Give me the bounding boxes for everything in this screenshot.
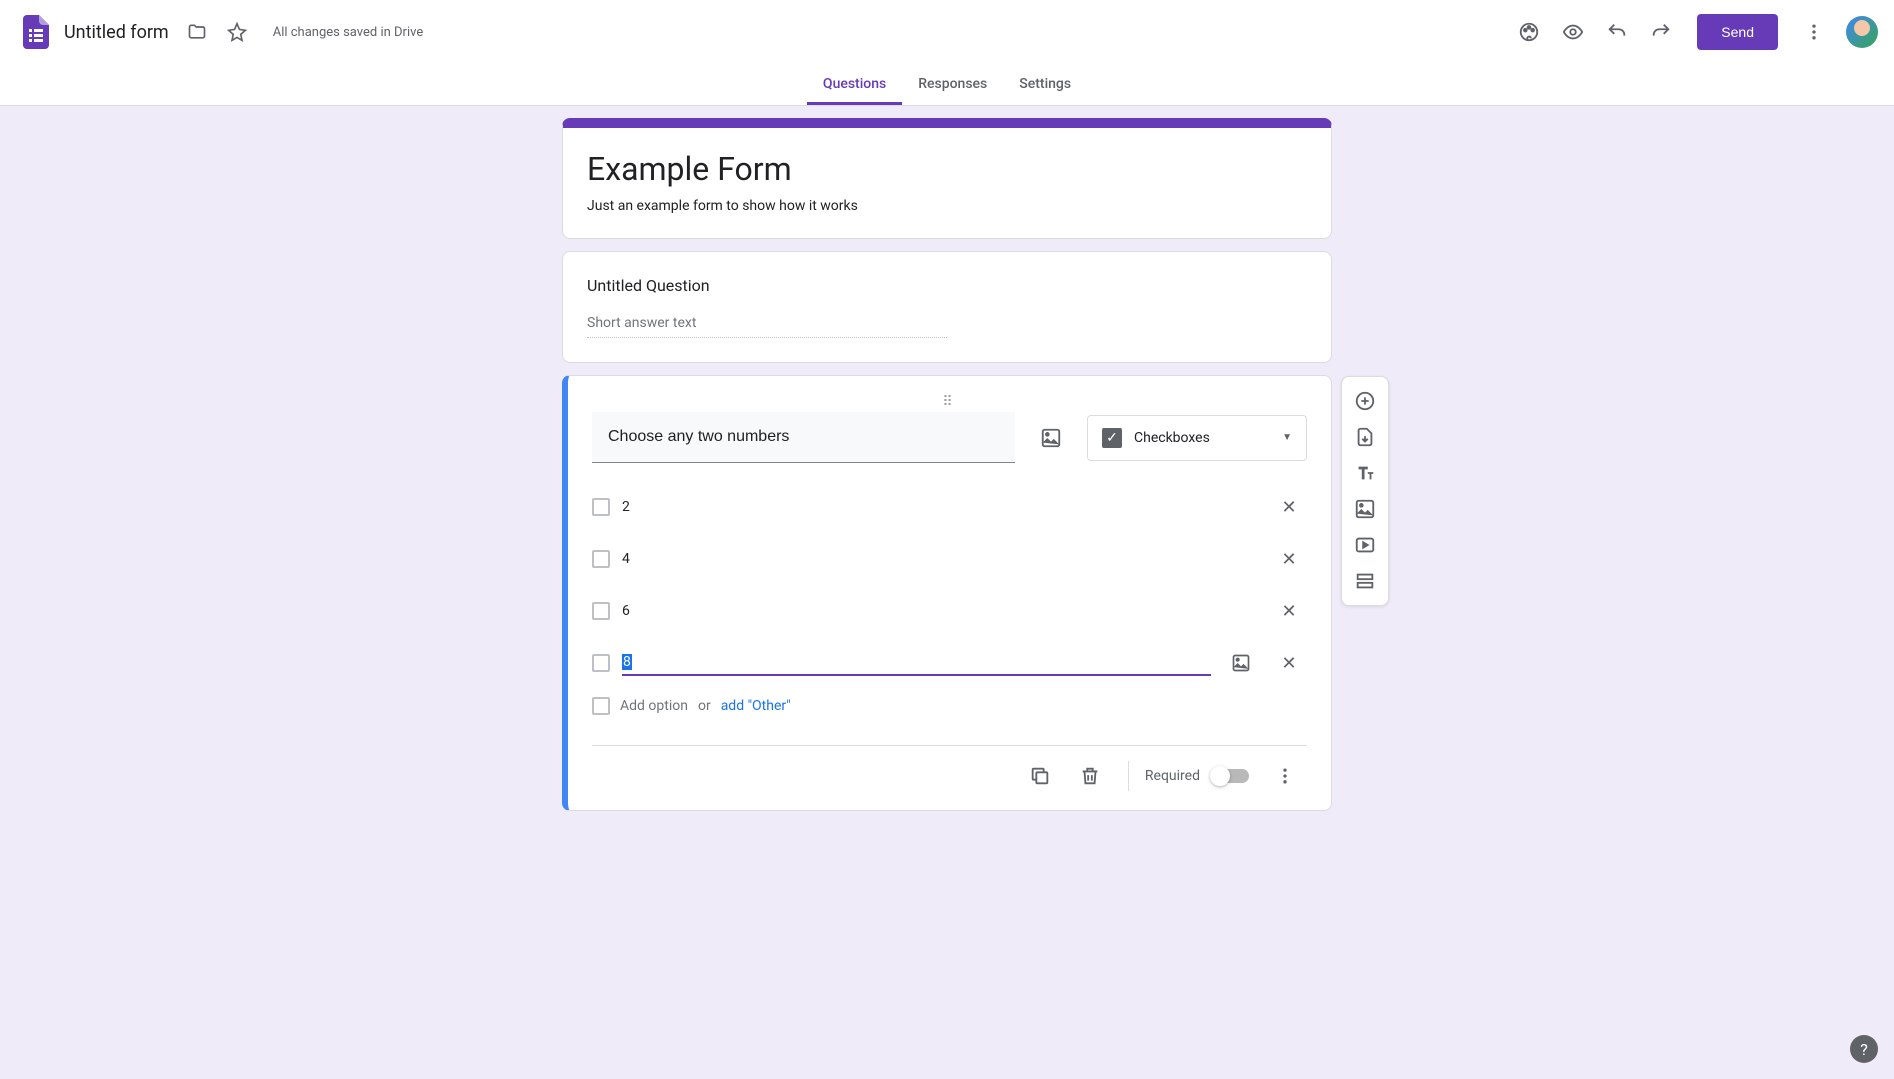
remove-option-icon[interactable]: ✕ bbox=[1271, 489, 1307, 525]
required-label: Required bbox=[1145, 768, 1200, 784]
star-icon[interactable] bbox=[217, 12, 257, 52]
undo-icon[interactable] bbox=[1597, 12, 1637, 52]
question-card-2-active[interactable]: ⠿ ✓ Checkboxes ▼ 2 ✕ 4 ✕ 6 ✕ bbox=[562, 375, 1332, 811]
more-icon[interactable] bbox=[1794, 12, 1834, 52]
add-title-icon[interactable] bbox=[1347, 455, 1383, 491]
chevron-down-icon: ▼ bbox=[1282, 432, 1292, 443]
add-option-row: Add option or add "Other" bbox=[592, 689, 1307, 735]
question-more-icon[interactable] bbox=[1263, 754, 1307, 798]
tab-settings[interactable]: Settings bbox=[1003, 64, 1087, 105]
checkbox-icon bbox=[592, 602, 610, 620]
remove-option-icon[interactable]: ✕ bbox=[1271, 593, 1307, 629]
duplicate-icon[interactable] bbox=[1018, 754, 1062, 798]
delete-icon[interactable] bbox=[1068, 754, 1112, 798]
remove-option-icon[interactable]: ✕ bbox=[1271, 645, 1307, 681]
form-title[interactable]: Example Form bbox=[587, 150, 1307, 188]
short-answer-placeholder: Short answer text bbox=[587, 315, 947, 338]
form-header-card[interactable]: Example Form Just an example form to sho… bbox=[562, 118, 1332, 239]
question-footer: Required bbox=[592, 745, 1307, 810]
add-option-button[interactable]: Add option bbox=[620, 698, 688, 714]
account-avatar[interactable] bbox=[1846, 16, 1878, 48]
help-icon[interactable]: ? bbox=[1850, 1035, 1878, 1063]
checkbox-icon bbox=[592, 498, 610, 516]
checkbox-icon bbox=[592, 550, 610, 568]
add-video-icon[interactable] bbox=[1347, 527, 1383, 563]
send-button[interactable]: Send bbox=[1697, 14, 1778, 50]
option-row: 6 ✕ bbox=[592, 585, 1307, 637]
checkbox-icon bbox=[592, 697, 610, 715]
add-image-icon[interactable] bbox=[1031, 418, 1071, 458]
question-title-input[interactable] bbox=[592, 412, 1015, 463]
checkbox-type-icon: ✓ bbox=[1102, 428, 1122, 448]
divider bbox=[1128, 761, 1129, 791]
redo-icon[interactable] bbox=[1641, 12, 1681, 52]
add-other-button[interactable]: add "Other" bbox=[721, 698, 791, 714]
option-row: 8 ✕ bbox=[592, 637, 1307, 689]
document-title[interactable]: Untitled form bbox=[64, 22, 169, 43]
or-text: or bbox=[698, 698, 711, 714]
tab-questions[interactable]: Questions bbox=[807, 64, 902, 105]
customize-theme-icon[interactable] bbox=[1509, 12, 1549, 52]
question-type-select[interactable]: ✓ Checkboxes ▼ bbox=[1087, 415, 1307, 461]
option-row: 4 ✕ bbox=[592, 533, 1307, 585]
tab-bar: Questions Responses Settings bbox=[0, 64, 1894, 106]
save-status: All changes saved in Drive bbox=[273, 25, 424, 40]
forms-logo-icon bbox=[16, 12, 56, 52]
move-to-folder-icon[interactable] bbox=[177, 12, 217, 52]
question-type-label: Checkboxes bbox=[1134, 430, 1270, 446]
add-option-image-icon[interactable] bbox=[1223, 645, 1259, 681]
required-toggle[interactable] bbox=[1212, 769, 1249, 783]
remove-option-icon[interactable]: ✕ bbox=[1271, 541, 1307, 577]
question-card-1[interactable]: Untitled Question Short answer text bbox=[562, 251, 1332, 363]
form-canvas: Example Form Just an example form to sho… bbox=[562, 118, 1332, 811]
checkbox-icon bbox=[592, 654, 610, 672]
add-image-icon[interactable] bbox=[1347, 491, 1383, 527]
side-toolbar bbox=[1341, 376, 1389, 606]
form-description[interactable]: Just an example form to show how it work… bbox=[587, 198, 1307, 214]
add-section-icon[interactable] bbox=[1347, 563, 1383, 599]
add-question-icon[interactable] bbox=[1347, 383, 1383, 419]
drag-handle-icon[interactable]: ⠿ bbox=[592, 394, 1307, 408]
import-questions-icon[interactable] bbox=[1347, 419, 1383, 455]
tab-responses[interactable]: Responses bbox=[902, 64, 1003, 105]
option-label-editing[interactable]: 8 bbox=[622, 650, 1211, 676]
option-label[interactable]: 2 bbox=[622, 495, 1259, 520]
question-title[interactable]: Untitled Question bbox=[587, 276, 1307, 295]
option-row: 2 ✕ bbox=[592, 481, 1307, 533]
preview-icon[interactable] bbox=[1553, 12, 1593, 52]
option-label[interactable]: 4 bbox=[622, 547, 1259, 572]
option-label[interactable]: 6 bbox=[622, 599, 1259, 624]
app-header: Untitled form All changes saved in Drive… bbox=[0, 0, 1894, 64]
